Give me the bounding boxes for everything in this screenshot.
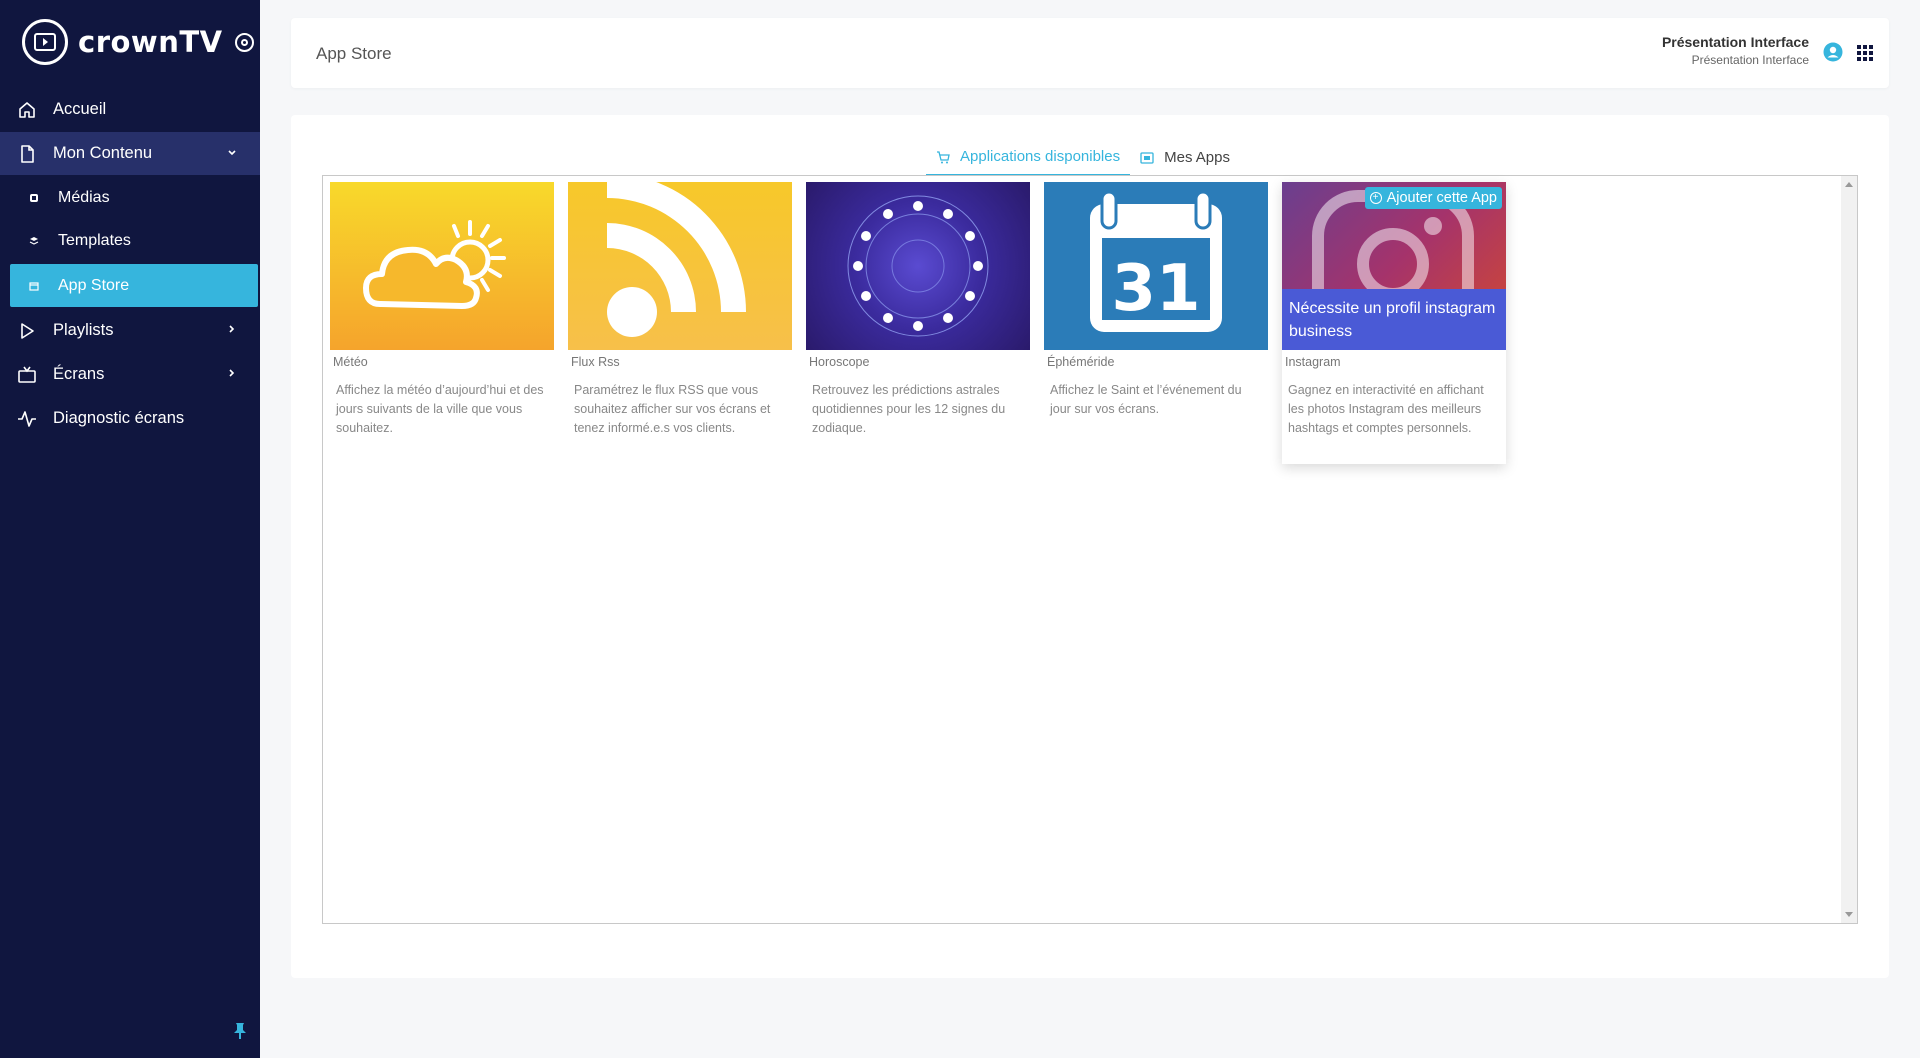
top-header: App Store Présentation Interface Présent…	[291, 18, 1889, 88]
vertical-scrollbar[interactable]	[1841, 176, 1857, 923]
apps-icon	[1140, 151, 1154, 164]
tab-mes-apps[interactable]: Mes Apps	[1130, 139, 1240, 176]
user-info[interactable]: Présentation Interface Présentation Inte…	[1662, 34, 1809, 67]
apps-panel: Météo Affichez la météo d’aujourd’hui et…	[322, 175, 1858, 924]
app-tabs: Applications disponibles Mes Apps	[926, 139, 1240, 176]
chevron-right-icon	[226, 365, 238, 384]
sidebar-item-label: Accueil	[53, 100, 107, 118]
plus-circle-icon: +	[1369, 192, 1382, 204]
app-description: Retrouvez les prédictions astrales quoti…	[812, 383, 1006, 435]
sidebar-item-label: Écrans	[53, 365, 105, 383]
play-icon	[16, 320, 38, 342]
sidebar-subitem-label: App Store	[58, 276, 130, 294]
main-content: Applications disponibles Mes Apps Météo …	[291, 115, 1889, 978]
app-card-ephemeride[interactable]: 31 Éphéméride Affichez le Saint et l’évé…	[1044, 182, 1268, 464]
brand-logo[interactable]: crownTV	[22, 19, 254, 65]
add-app-button[interactable]: + Ajouter cette App	[1364, 187, 1502, 209]
sidebar-item-mon-contenu[interactable]: Mon Contenu	[0, 132, 260, 175]
app-description: Affichez la météo d’aujourd’hui et des j…	[336, 383, 544, 435]
app-name: Horoscope	[809, 355, 870, 369]
rss-icon	[568, 182, 792, 350]
tab-applications-disponibles[interactable]: Applications disponibles	[926, 139, 1131, 176]
sidebar-item-ecrans[interactable]: Écrans	[0, 353, 260, 396]
home-icon	[16, 99, 38, 121]
media-icon	[28, 192, 39, 203]
activity-icon	[16, 408, 38, 430]
sidebar-item-accueil[interactable]: Accueil	[0, 88, 260, 131]
tv-logo-icon	[22, 19, 68, 65]
app-description: Gagnez en interactivité en affichant les…	[1288, 383, 1484, 435]
tv-icon	[16, 364, 38, 386]
store-icon	[28, 280, 39, 291]
app-name: Météo	[333, 355, 368, 369]
sidebar-subitem-app-store[interactable]: App Store	[10, 264, 258, 307]
tab-label: Mes Apps	[1164, 149, 1230, 166]
calendar-day: 31	[1111, 252, 1200, 326]
app-name: Instagram	[1285, 355, 1341, 369]
sidebar-item-diagnostic[interactable]: Diagnostic écrans	[0, 397, 260, 440]
sidebar-subitem-label: Médias	[58, 188, 110, 206]
instagram-icon: Nécessite un profil instagram business +…	[1282, 182, 1506, 350]
apps-list: Météo Affichez la météo d’aujourd’hui et…	[330, 182, 1520, 464]
sidebar-subitem-label: Templates	[58, 231, 131, 249]
target-icon	[234, 32, 254, 52]
instagram-requirement-overlay: Nécessite un profil instagram business	[1282, 289, 1506, 350]
chevron-down-icon	[226, 144, 238, 163]
page-title: App Store	[316, 44, 392, 63]
app-name: Flux Rss	[571, 355, 620, 369]
tab-label: Applications disponibles	[960, 148, 1121, 165]
pin-icon[interactable]	[232, 1022, 248, 1045]
sidebar-item-label: Playlists	[53, 321, 114, 339]
calendar-icon: 31	[1044, 182, 1268, 350]
user-name: Présentation Interface	[1661, 34, 1809, 50]
sidebar-nav: Accueil Mon Contenu Médias Templates App…	[0, 88, 260, 441]
weather-icon	[330, 182, 554, 350]
sidebar-subitem-medias[interactable]: Médias	[0, 176, 260, 219]
cart-icon	[936, 150, 950, 164]
app-description: Paramétrez le flux RSS que vous souhaite…	[574, 383, 771, 435]
sidebar-item-label: Mon Contenu	[53, 144, 153, 162]
app-card-meteo[interactable]: Météo Affichez la météo d’aujourd’hui et…	[330, 182, 554, 464]
sidebar-subitem-templates[interactable]: Templates	[0, 219, 260, 262]
sidebar-item-playlists[interactable]: Playlists	[0, 309, 260, 352]
chevron-right-icon	[226, 321, 238, 340]
app-card-instagram[interactable]: Nécessite un profil instagram business +…	[1282, 182, 1506, 464]
zodiac-icon	[806, 182, 1030, 350]
template-icon	[28, 235, 39, 246]
user-avatar-icon[interactable]	[1823, 42, 1843, 67]
brand-name: crownTV	[78, 25, 223, 59]
file-icon	[16, 143, 38, 165]
app-name: Éphéméride	[1047, 355, 1115, 369]
app-card-horoscope[interactable]: Horoscope Retrouvez les prédictions astr…	[806, 182, 1030, 464]
user-subtitle: Présentation Interface	[1691, 53, 1809, 67]
add-app-label: Ajouter cette App	[1386, 190, 1497, 206]
scroll-up-icon[interactable]	[1845, 182, 1853, 187]
sidebar: crownTV Accueil Mon Contenu Médias Templ…	[0, 0, 260, 1058]
apps-grid-icon[interactable]	[1857, 45, 1873, 61]
sidebar-item-label: Diagnostic écrans	[53, 409, 185, 427]
app-card-flux-rss[interactable]: Flux Rss Paramétrez le flux RSS que vous…	[568, 182, 792, 464]
app-description: Affichez le Saint et l’événement du jour…	[1050, 383, 1242, 416]
scroll-down-icon[interactable]	[1845, 912, 1853, 917]
